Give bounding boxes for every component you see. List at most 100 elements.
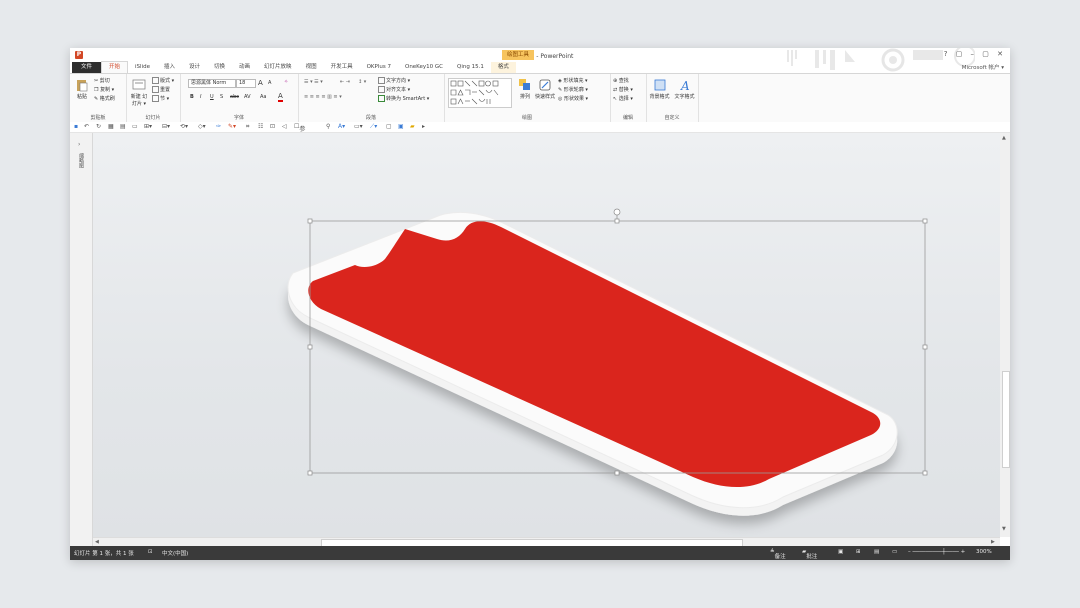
new-slide-button[interactable]: 新建 幻灯片 ▾ xyxy=(129,78,149,107)
tab-developer[interactable]: 开发工具 xyxy=(324,62,360,73)
comments-button[interactable]: ▰ 批注 xyxy=(802,549,817,560)
expand-arrow-icon[interactable]: › xyxy=(78,141,80,148)
align-text-button[interactable]: 对齐文本 ▾ xyxy=(378,86,410,93)
quick-styles-button[interactable]: 快速样式 xyxy=(534,78,556,100)
grid-icon[interactable]: ▦ xyxy=(108,123,114,130)
tab-qing[interactable]: Qing 15.1 xyxy=(450,62,491,73)
tab-okplus[interactable]: OKPlus 7 xyxy=(360,62,398,73)
distribute-icon[interactable]: ⊟▾ xyxy=(162,123,170,130)
line-color-icon[interactable]: ⟋▾ xyxy=(370,123,377,131)
vertical-scroll-thumb[interactable] xyxy=(1002,371,1010,468)
slideshow-icon[interactable]: ▭ xyxy=(892,549,897,555)
rectangle-icon[interactable]: ▭ xyxy=(132,123,138,130)
guide-checkbox[interactable]: ☐ 参考线 xyxy=(294,123,305,151)
notes-button[interactable]: ≜ 备注 xyxy=(770,549,786,560)
reading-view-icon[interactable]: ▤ xyxy=(874,549,879,555)
background-style-button[interactable]: 背景格式 xyxy=(647,78,672,100)
frame-icon[interactable]: ▢ xyxy=(386,123,392,130)
text-style-button[interactable]: A 文字格式 xyxy=(672,78,697,100)
format-painter-button[interactable]: ✎ 格式刷 xyxy=(94,95,115,102)
scroll-up-icon[interactable]: ▲ xyxy=(1002,135,1006,141)
rotate-icon[interactable]: ⟲▾ xyxy=(180,123,188,130)
save-icon[interactable]: ▪ xyxy=(74,123,78,130)
replace-button[interactable]: ⇄ 替换 ▾ xyxy=(613,86,633,93)
font-color-button[interactable]: A xyxy=(278,93,283,102)
tab-view[interactable]: 视图 xyxy=(299,62,324,73)
bullets-button[interactable]: ☰ ▾ ☰ ▾ xyxy=(304,79,323,85)
tab-design[interactable]: 设计 xyxy=(182,62,207,73)
tab-onekey[interactable]: OneKey10 GC xyxy=(398,62,450,73)
text-direction-button[interactable]: 文字方向 ▾ xyxy=(378,77,410,84)
undo-icon[interactable]: ↶ xyxy=(84,123,89,130)
lock-icon[interactable]: ⊡ xyxy=(270,123,275,130)
cut-button[interactable]: ✂ 剪切 xyxy=(94,77,110,84)
more-icon[interactable]: ▸ xyxy=(422,123,425,130)
layout-button[interactable]: 版式 ▾ xyxy=(152,77,174,84)
eyedropper-icon[interactable]: ✑ xyxy=(216,123,221,130)
powerpoint-window: P 演示文稿1 - PowerPoint 绘图工具 ? ▢ – ▢ ✕ Micr… xyxy=(70,48,1010,560)
smartart-button[interactable]: 转换为 SmartArt ▾ xyxy=(378,95,429,102)
find-button[interactable]: ⊕ 查找 xyxy=(613,77,629,84)
tab-animations[interactable]: 动画 xyxy=(232,62,257,73)
tab-insert[interactable]: 插入 xyxy=(157,62,182,73)
language-label[interactable]: 中文(中国) xyxy=(162,549,188,557)
shape-fill-button[interactable]: ◈ 形状填充 ▾ xyxy=(558,77,588,84)
thumbnail-pane[interactable]: › 缩略图 xyxy=(70,133,93,546)
font-name-combo[interactable]: 思源黑体 Norm xyxy=(188,79,236,88)
fill-color-icon[interactable]: A▾ xyxy=(338,123,345,130)
link-icon[interactable]: ⚲ xyxy=(326,123,330,130)
zoom-level[interactable]: 300% xyxy=(976,549,992,555)
window-controls[interactable]: ? ▢ – ▢ ✕ xyxy=(944,50,1006,58)
scroll-down-icon[interactable]: ▼ xyxy=(1002,526,1006,532)
tab-file[interactable]: 文件 xyxy=(72,62,102,73)
shapes-gallery[interactable] xyxy=(448,78,512,108)
spellcheck-icon[interactable]: ⊡ xyxy=(148,549,153,555)
line-spacing-button[interactable]: ↕ ▾ xyxy=(358,79,366,85)
change-case-button[interactable]: Aa xyxy=(260,94,266,100)
section-button[interactable]: 节 ▾ xyxy=(152,95,169,102)
paste-button[interactable]: 粘贴 xyxy=(74,78,90,100)
tab-slideshow[interactable]: 幻灯片放映 xyxy=(257,62,299,73)
outline-color-icon[interactable]: ▭▾ xyxy=(354,123,363,130)
bold-button[interactable]: B xyxy=(190,94,194,100)
copy-button[interactable]: ❐ 复制 ▾ xyxy=(94,86,114,93)
strikethrough-button[interactable]: abc xyxy=(230,94,239,100)
shadow-button[interactable]: S xyxy=(220,94,223,100)
shape-icon[interactable]: ◇▾ xyxy=(198,123,206,130)
scroll-left-icon[interactable]: ◀ xyxy=(95,539,99,545)
tab-transitions[interactable]: 切换 xyxy=(207,62,232,73)
underline-button[interactable]: U xyxy=(210,94,214,100)
font-size-combo[interactable]: 18 xyxy=(236,79,256,88)
char-spacing-button[interactable]: AV xyxy=(244,94,251,100)
vertical-scrollbar[interactable]: ▲ ▼ xyxy=(1000,133,1010,537)
reset-button[interactable]: 重置 xyxy=(152,86,170,93)
italic-button[interactable]: I xyxy=(200,94,201,100)
slide-sorter-icon[interactable]: ⊞ xyxy=(856,549,861,555)
clear-format-button[interactable]: ✧ xyxy=(284,79,288,85)
alignment-buttons[interactable]: ≡ ≡ ≡ ≡ ▥ ≡ ▾ xyxy=(304,94,342,100)
slide-canvas[interactable] xyxy=(93,133,1000,537)
speaker-icon[interactable]: ◁ xyxy=(282,123,287,130)
folder-icon[interactable]: ▰ xyxy=(410,123,415,130)
crop-icon[interactable]: ⌗ xyxy=(246,123,249,131)
select-button[interactable]: ↖ 选择 ▾ xyxy=(613,95,633,102)
grow-font-button[interactable]: A xyxy=(258,79,263,87)
picture-icon[interactable]: ▣ xyxy=(398,123,404,130)
table-icon[interactable]: ▤ xyxy=(120,123,126,130)
arrange-button[interactable]: 排列 xyxy=(516,78,534,100)
tab-islide[interactable]: iSlide xyxy=(128,62,157,73)
shape-effects-button[interactable]: ◎ 形状效果 ▾ xyxy=(558,95,588,102)
scroll-right-icon[interactable]: ▶ xyxy=(991,539,995,545)
brush-icon[interactable]: ✎▾ xyxy=(228,123,236,130)
tab-home[interactable]: 开始 xyxy=(101,61,129,73)
tab-format[interactable]: 格式 xyxy=(490,62,516,73)
shape-outline-button[interactable]: ✎ 形状轮廓 ▾ xyxy=(558,86,588,93)
indent-buttons[interactable]: ⇤ ⇥ xyxy=(340,79,350,85)
zoom-slider[interactable]: – ─────────┼──── + xyxy=(908,549,965,555)
align-icon[interactable]: ⊞▾ xyxy=(144,123,152,130)
normal-view-icon[interactable]: ▣ xyxy=(838,549,843,555)
rotate-handle[interactable] xyxy=(613,208,621,219)
shrink-font-button[interactable]: A xyxy=(268,80,271,86)
redo-icon[interactable]: ↻ xyxy=(96,123,101,130)
list-icon[interactable]: ☷ xyxy=(258,123,263,130)
